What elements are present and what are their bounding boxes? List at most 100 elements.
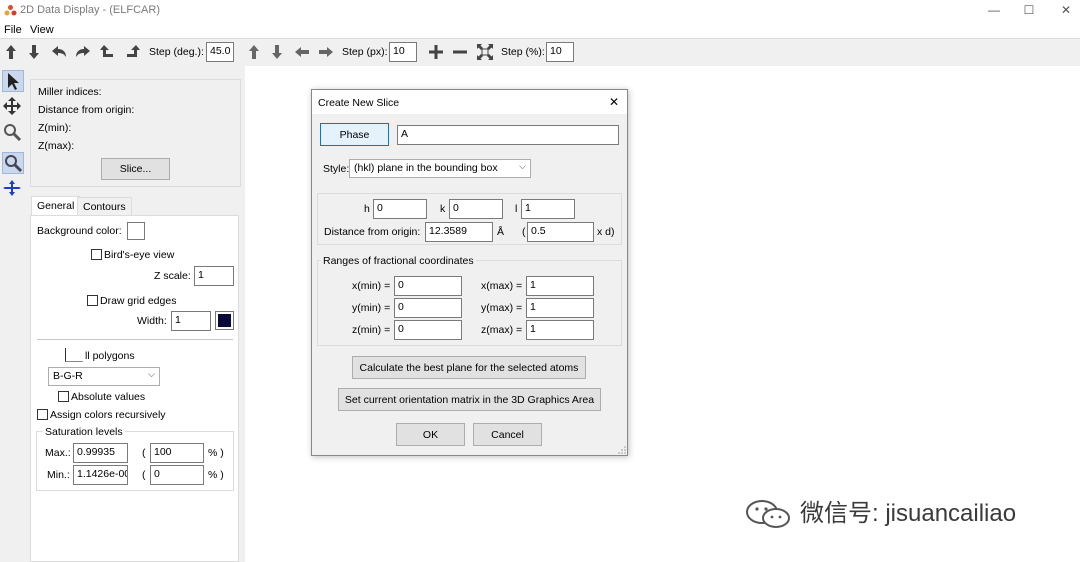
d-open-paren: ( xyxy=(522,226,526,238)
translate-up-icon[interactable] xyxy=(245,43,263,61)
colormap-value: B-G-R xyxy=(53,370,83,382)
rotate-left-icon[interactable] xyxy=(50,43,68,61)
saturation-group xyxy=(36,431,234,491)
min-percent-label: % ) xyxy=(208,469,224,481)
max-percent-label: % ) xyxy=(208,447,224,459)
zoom-in-icon[interactable] xyxy=(427,43,445,61)
magnify-tool[interactable] xyxy=(2,122,24,144)
grid-color-fill xyxy=(218,314,231,327)
rotate-ccw-icon[interactable] xyxy=(99,43,117,61)
cancel-button[interactable]: Cancel xyxy=(473,423,542,446)
fit-to-screen-icon[interactable] xyxy=(476,43,494,61)
grid-color-swatch[interactable] xyxy=(215,311,234,330)
xmin-input[interactable]: 0 xyxy=(394,276,462,296)
move-tool[interactable] xyxy=(2,96,24,118)
style-select[interactable]: (hkl) plane in the bounding box ⌵ xyxy=(349,159,531,178)
wechat-logo-icon xyxy=(746,500,790,528)
close-window-button[interactable]: ✕ xyxy=(1057,2,1075,18)
slice-info-group: Miller indices: Distance from origin: Z(… xyxy=(30,79,241,187)
xd-label: x d) xyxy=(597,226,615,238)
zmax-input[interactable]: 1 xyxy=(526,320,594,340)
background-color-swatch[interactable] xyxy=(127,222,145,240)
minimize-button[interactable]: — xyxy=(985,2,1003,18)
step-pct-input[interactable]: 10 xyxy=(546,42,574,62)
title-bar: 2D Data Display - (ELFCAR) — ☐ ✕ xyxy=(0,0,1080,22)
rotate-down-icon[interactable] xyxy=(25,43,43,61)
window-title: 2D Data Display - (ELFCAR) xyxy=(20,4,160,16)
translate-right-icon[interactable] xyxy=(317,43,335,61)
vesta-app-icon xyxy=(4,5,17,16)
chevron-down-icon: ⌵ xyxy=(519,161,526,171)
z-scale-input[interactable]: 1 xyxy=(194,266,234,286)
zmin-input[interactable]: 0 xyxy=(394,320,462,340)
zmin-label: z(min) = xyxy=(352,324,391,336)
birds-eye-checkbox[interactable] xyxy=(91,249,102,260)
colormap-select[interactable]: B-G-R ⌵ xyxy=(48,367,160,386)
chevron-down-icon: ⌵ xyxy=(148,369,155,379)
ymax-input[interactable]: 1 xyxy=(526,298,594,318)
l-input[interactable]: 1 xyxy=(521,199,575,219)
translate-down-icon[interactable] xyxy=(268,43,286,61)
grid-width-input[interactable]: 1 xyxy=(171,311,211,331)
calculate-best-plane-button[interactable]: Calculate the best plane for the selecte… xyxy=(352,356,586,379)
magnifier-icon xyxy=(5,155,23,173)
ok-button[interactable]: OK xyxy=(396,423,465,446)
min-percent-input[interactable]: 0 xyxy=(150,465,204,485)
assign-recursive-checkbox[interactable] xyxy=(37,409,48,420)
translate-left-icon[interactable] xyxy=(293,43,311,61)
dialog-title-bar: Create New Slice ✕ xyxy=(312,90,627,114)
general-tab-pane: Background color: Bird's-eye view Z scal… xyxy=(30,215,239,562)
phase-input[interactable]: A xyxy=(397,125,619,145)
cursor-arrow-icon xyxy=(8,73,19,90)
rotate-cw-icon[interactable] xyxy=(123,43,141,61)
zmax-label: z(max) = xyxy=(481,324,523,336)
zoom-out-icon[interactable] xyxy=(451,43,469,61)
slice-button[interactable]: Slice... xyxy=(101,158,170,180)
step-px-input[interactable]: 10 xyxy=(389,42,417,62)
max-percent-input[interactable]: 100 xyxy=(150,443,204,463)
distance-input[interactable]: 12.3589 xyxy=(425,222,493,242)
distance-origin-label: Distance from origin: xyxy=(38,104,135,116)
dialog-title: Create New Slice xyxy=(318,97,400,109)
zoom-region-tool[interactable] xyxy=(2,152,24,174)
rotate-right-icon[interactable] xyxy=(74,43,92,61)
xmax-input[interactable]: 1 xyxy=(526,276,594,296)
toolbar: Step (deg.): 45.0 Step (px): 10 Step (%)… xyxy=(0,38,1080,66)
set-orientation-button[interactable]: Set current orientation matrix in the 3D… xyxy=(338,388,601,411)
miller-indices-label: Miller indices: xyxy=(38,86,102,98)
menu-bar: File View xyxy=(0,22,1080,38)
absolute-values-label: Absolute values xyxy=(71,391,146,403)
watermark-text: 微信号: jisuancailiao xyxy=(800,500,1017,527)
plane-arrows-icon xyxy=(3,180,21,196)
draw-grid-edges-label: Draw grid edges xyxy=(100,295,177,307)
dialog-close-icon[interactable]: ✕ xyxy=(609,95,619,109)
create-slice-dialog: Create New Slice ✕ Phase A Style: (hkl) … xyxy=(311,89,628,456)
min-open-paren: ( xyxy=(142,469,146,481)
h-input[interactable]: 0 xyxy=(373,199,427,219)
max-value-input[interactable]: 0.99935 xyxy=(73,443,128,463)
select-tool[interactable] xyxy=(2,70,24,92)
absolute-values-checkbox[interactable] xyxy=(58,391,69,402)
saturation-title: Saturation levels xyxy=(43,426,125,438)
plane-tool[interactable] xyxy=(2,178,24,200)
h-label: h xyxy=(364,203,370,215)
menu-file[interactable]: File xyxy=(4,24,22,36)
step-deg-input[interactable]: 45.0 xyxy=(206,42,234,62)
tab-general[interactable]: General xyxy=(31,196,81,216)
draw-grid-edges-checkbox[interactable] xyxy=(87,295,98,306)
tab-contours[interactable]: Contours xyxy=(77,197,132,216)
width-label: Width: xyxy=(137,315,167,327)
tool-strip xyxy=(0,66,27,562)
d-factor-input[interactable]: 0.5 xyxy=(527,222,594,242)
polygons-checkbox[interactable] xyxy=(65,348,83,362)
magnifier-icon xyxy=(4,124,22,142)
phase-button[interactable]: Phase xyxy=(320,123,389,146)
divider xyxy=(37,339,233,340)
menu-view[interactable]: View xyxy=(30,24,54,36)
maximize-button[interactable]: ☐ xyxy=(1020,2,1038,18)
k-input[interactable]: 0 xyxy=(449,199,503,219)
rotate-up-icon[interactable] xyxy=(2,43,20,61)
min-value-input[interactable]: 1.1426e-00 xyxy=(73,465,128,485)
ymin-input[interactable]: 0 xyxy=(394,298,462,318)
resize-grip-icon[interactable] xyxy=(617,445,627,455)
